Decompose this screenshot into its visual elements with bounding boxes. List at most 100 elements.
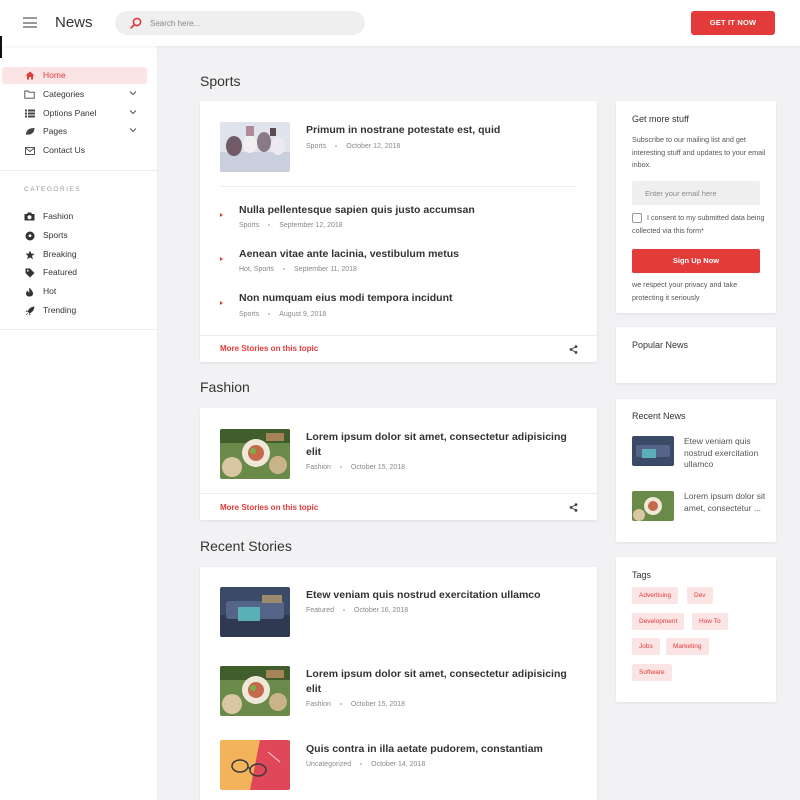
sidebar-item-breaking[interactable]: Breaking <box>2 246 147 263</box>
post-title[interactable]: Lorem ipsum dolor sit amet, consectetur … <box>306 430 581 460</box>
post-title[interactable]: Nulla pellentesque sapien quis justo acc… <box>239 203 569 218</box>
sidebar-divider <box>0 329 158 330</box>
sidebar-item-label: Home <box>43 70 66 80</box>
email-field[interactable] <box>632 181 760 205</box>
hamburger-menu-icon[interactable] <box>23 17 37 28</box>
post-thumbnail[interactable] <box>220 666 290 716</box>
tag-development[interactable]: Development <box>632 613 685 630</box>
star-icon <box>24 249 35 260</box>
edge-marker <box>0 36 2 58</box>
newsletter-widget: Get more stuff Subscribe to our mailing … <box>616 101 776 313</box>
sidebar-item-label: Categories <box>43 89 85 99</box>
post-title[interactable]: Lorem ipsum dolor sit amet, consectetur … <box>306 667 581 697</box>
envelope-icon <box>24 145 35 156</box>
sidebar-item-label: Hot <box>43 286 57 296</box>
post-category[interactable]: Featured <box>306 607 334 614</box>
post-meta: Fashion October 15, 2018 <box>306 701 405 708</box>
privacy-text: we respect your privacy and take protect… <box>632 280 738 302</box>
post-title[interactable]: Quis contra in illa aetate pudorem, cons… <box>306 742 581 757</box>
recent-news-thumbnail[interactable] <box>632 436 674 466</box>
widget-title: Tags <box>632 570 652 580</box>
sidebar: Home Categories Options Panel Pages Cont… <box>0 46 158 800</box>
bullet-icon <box>220 213 223 217</box>
tag-how-to[interactable]: How To <box>692 613 728 630</box>
sign-up-button[interactable]: Sign Up Now <box>632 249 760 273</box>
tag-marketing[interactable]: Marketing <box>666 638 709 655</box>
tag-dev[interactable]: Dev <box>687 587 713 604</box>
post-category[interactable]: Sports <box>239 222 259 229</box>
post-date: October 15, 2018 <box>350 464 405 471</box>
widget-title: Popular News <box>632 340 689 350</box>
post-thumbnail[interactable] <box>220 122 290 172</box>
tag-advertising[interactable]: Advertising <box>632 587 679 604</box>
soccer-ball-icon <box>24 230 35 241</box>
recent-news-widget: Recent News Etew veniam quis nostrud exe… <box>616 399 776 542</box>
post-meta: Hot, Sports September 11, 2018 <box>239 266 357 273</box>
share-icon[interactable] <box>569 345 578 354</box>
tag-jobs[interactable]: Jobs <box>632 638 660 655</box>
recent-news-thumbnail[interactable] <box>632 491 674 521</box>
search-icon <box>130 17 142 29</box>
search-input[interactable] <box>150 14 350 32</box>
recent-news-title[interactable]: Lorem ipsum dolor sit amet, consectetur … <box>684 491 766 514</box>
card-divider <box>200 493 597 494</box>
post-category[interactable]: Fashion <box>306 701 331 708</box>
consent-text: I consent to my submitted data being col… <box>632 213 765 235</box>
section-title-recent-stories: Recent Stories <box>200 538 292 554</box>
sidebar-item-featured[interactable]: Featured <box>2 264 147 281</box>
sidebar-item-label: Breaking <box>43 249 77 259</box>
tag-icon <box>24 267 35 278</box>
section-title-fashion: Fashion <box>200 379 250 395</box>
sidebar-item-contact-us[interactable]: Contact Us <box>2 142 147 159</box>
share-icon[interactable] <box>569 503 578 512</box>
post-meta: Sports October 12, 2018 <box>306 143 400 150</box>
card-divider <box>220 186 576 187</box>
sidebar-item-sports[interactable]: Sports <box>2 227 147 244</box>
bullet-icon <box>220 257 223 261</box>
recent-stories-card: Etew veniam quis nostrud exercitation ul… <box>200 567 597 800</box>
post-category[interactable]: Sports <box>306 143 326 150</box>
fashion-card: Lorem ipsum dolor sit amet, consectetur … <box>200 408 597 520</box>
post-date: October 15, 2018 <box>350 701 405 708</box>
post-title[interactable]: Aenean vitae ante lacinia, vestibulum me… <box>239 247 569 262</box>
sidebar-item-trending[interactable]: Trending <box>2 302 147 319</box>
post-thumbnail[interactable] <box>220 429 290 479</box>
sidebar-item-hot[interactable]: Hot <box>2 283 147 300</box>
popular-news-widget: Popular News <box>616 327 776 383</box>
sports-card: Primum in nostrane potestate est, quid S… <box>200 101 597 362</box>
sidebar-divider <box>0 170 158 171</box>
post-category[interactable]: Sports <box>239 311 259 318</box>
fire-icon <box>24 286 35 297</box>
post-thumbnail[interactable] <box>220 740 290 790</box>
top-header: News GET IT NOW <box>0 0 800 46</box>
camera-icon <box>24 211 35 222</box>
sidebar-item-label: Sports <box>43 230 68 240</box>
widget-title: Get more stuff <box>632 114 689 124</box>
tags-widget: Tags Advertising Dev Development How To … <box>616 557 776 702</box>
chevron-down-icon <box>129 110 137 115</box>
post-title[interactable]: Primum in nostrane potestate est, quid <box>306 123 576 138</box>
post-date: August 9, 2018 <box>279 311 327 318</box>
post-category[interactable]: Hot, Sports <box>239 266 274 273</box>
post-title[interactable]: Non numquam eius modi tempora incidunt <box>239 291 569 306</box>
post-category[interactable]: Fashion <box>306 464 331 471</box>
more-stories-link[interactable]: More Stories on this topic <box>220 344 318 353</box>
sidebar-item-pages[interactable]: Pages <box>2 123 147 140</box>
sidebar-item-categories[interactable]: Categories <box>2 86 147 103</box>
recent-news-title[interactable]: Etew veniam quis nostrud exercitation ul… <box>684 436 766 471</box>
sidebar-item-home[interactable]: Home <box>2 67 147 84</box>
sidebar-item-label: Fashion <box>43 211 74 221</box>
sidebar-item-fashion[interactable]: Fashion <box>2 208 147 225</box>
post-thumbnail[interactable] <box>220 587 290 637</box>
post-title[interactable]: Etew veniam quis nostrud exercitation ul… <box>306 588 581 603</box>
brand-title: News <box>55 14 93 31</box>
get-it-now-button[interactable]: GET IT NOW <box>691 11 775 35</box>
search-bar[interactable] <box>115 11 365 35</box>
bullet-icon <box>220 301 223 305</box>
post-category[interactable]: Uncategorized <box>306 761 351 768</box>
sidebar-item-options-panel[interactable]: Options Panel <box>2 105 147 122</box>
tag-software[interactable]: Software <box>632 664 672 681</box>
rocket-icon <box>24 305 35 316</box>
more-stories-link[interactable]: More Stories on this topic <box>220 503 318 512</box>
sidebar-item-label: Trending <box>43 305 77 315</box>
